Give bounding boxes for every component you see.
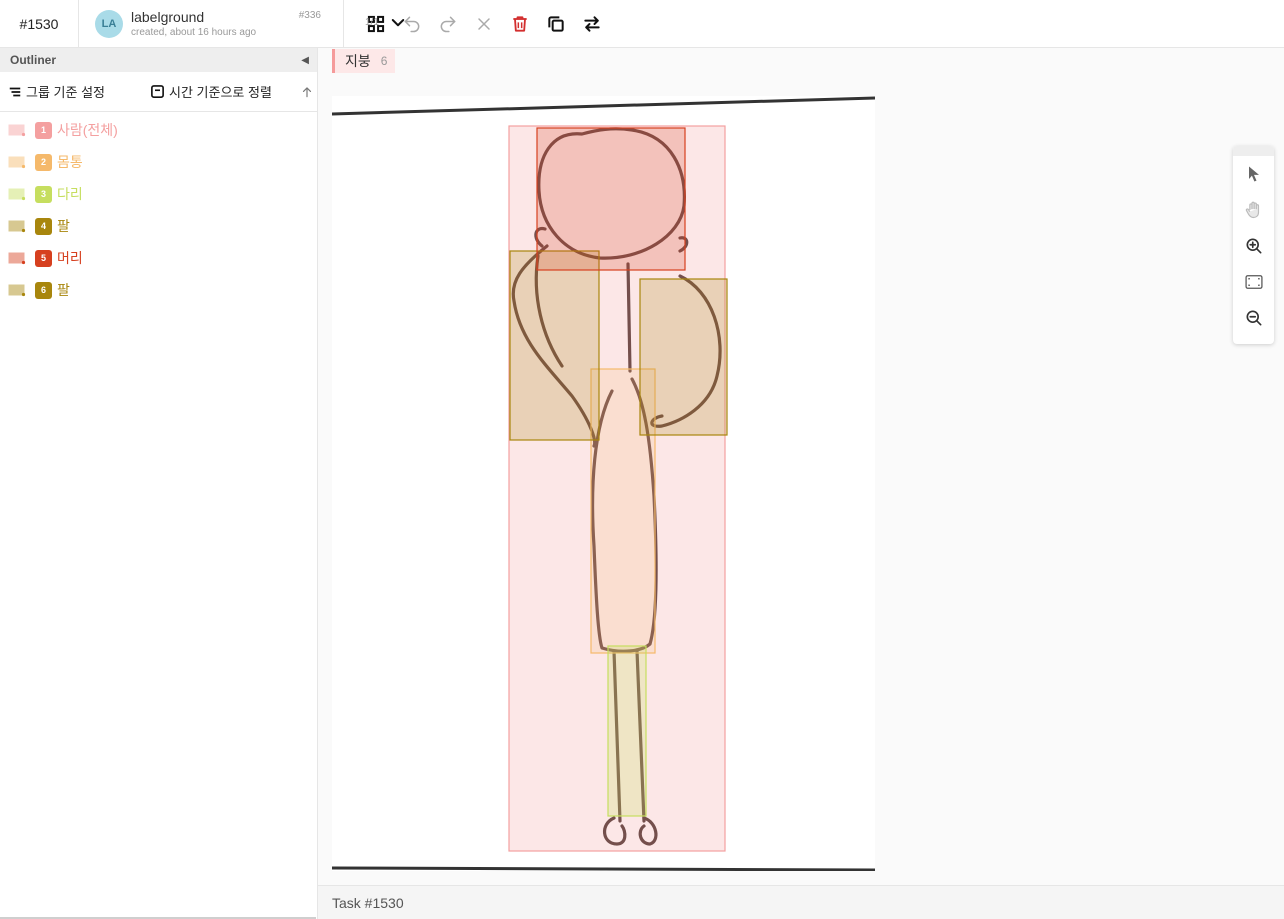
object-number-badge: 2 xyxy=(35,153,52,171)
view-toolbar-handle[interactable] xyxy=(1233,146,1274,156)
list-icon xyxy=(9,87,21,96)
main-area: 지붕 6 xyxy=(318,48,1284,885)
list-item[interactable]: 4팔 xyxy=(0,210,317,242)
sort-icon xyxy=(151,85,164,98)
redo-button[interactable] xyxy=(430,6,466,42)
bbox-icon xyxy=(8,220,26,233)
bbox-icon xyxy=(8,124,26,137)
object-label: 사람(전체) xyxy=(57,122,118,138)
bbox-5[interactable] xyxy=(536,127,686,271)
pointer-icon xyxy=(1248,166,1259,182)
bbox-4[interactable] xyxy=(509,250,600,441)
footer-task-label: Task #1530 xyxy=(332,894,404,911)
zoom-out-tool[interactable] xyxy=(1233,300,1274,336)
outliner-header: Outliner ◀ xyxy=(0,48,317,72)
chevron-down-icon[interactable] xyxy=(389,14,407,32)
group-setting-label: 그룹 기준 설정 xyxy=(26,85,105,100)
tag-chip[interactable]: 지붕 6 xyxy=(332,49,396,73)
bbox-6[interactable] xyxy=(639,278,728,436)
task-id: #1530 xyxy=(0,0,79,48)
project-count: 1/1 xyxy=(365,16,379,28)
project-name: labelground xyxy=(131,8,205,25)
bbox-icon xyxy=(8,284,26,297)
swap-icon xyxy=(584,15,600,32)
object-label: 다리 xyxy=(57,186,83,202)
list-item[interactable]: 1 사람(전체) xyxy=(0,114,317,146)
group-setting-button[interactable]: 그룹 기준 설정 xyxy=(8,82,105,101)
sort-label: 시간 기준으로 정렬 xyxy=(169,85,272,100)
object-list: 1 사람(전체) 2 몸통 3 다리 4 팔 5 머리 6 팔 xyxy=(0,112,317,306)
redo-icon xyxy=(440,16,456,32)
object-label: 팔 xyxy=(57,218,70,234)
zoom-in-tool[interactable] xyxy=(1233,228,1274,264)
object-label: 팔 xyxy=(57,282,70,298)
outliner-panel: Outliner ◀ 그룹 기준 설정 시간 기준으로 정렬 1 사람(전체) 2 몸… xyxy=(0,48,318,919)
collapse-icon[interactable]: ◀ xyxy=(301,55,309,66)
copy-icon xyxy=(548,15,564,32)
bbox-icon xyxy=(8,188,26,201)
swap-button[interactable] xyxy=(574,6,610,42)
pointer-tool[interactable] xyxy=(1233,156,1274,192)
arrow-up-icon[interactable] xyxy=(300,84,314,100)
project-selector[interactable]: LA labelground created, about 16 hours a… xyxy=(79,0,405,48)
object-number-badge: 1 xyxy=(35,121,52,139)
project-number: #336 xyxy=(298,9,321,21)
trash-icon xyxy=(513,15,527,32)
zoom-in-icon xyxy=(1246,238,1261,254)
fit-screen-icon xyxy=(1244,275,1263,289)
outliner-toolbar: 그룹 기준 설정 시간 기준으로 정렬 xyxy=(0,72,317,112)
bbox-icon xyxy=(8,156,26,169)
zoom-out-icon xyxy=(1246,310,1261,326)
delete-button[interactable] xyxy=(502,6,538,42)
bbox-layer xyxy=(508,125,728,852)
list-item[interactable]: 5 머리 xyxy=(0,242,317,274)
list-item[interactable]: 2 몸통 xyxy=(0,146,317,178)
status-footer: Task #1530 xyxy=(318,885,1284,919)
object-number-badge: 6 xyxy=(35,281,52,299)
image-layer xyxy=(332,96,875,871)
bbox-icon xyxy=(8,252,26,265)
object-label: 머리 xyxy=(57,250,83,266)
top-bar: #1530 LA labelground created, about 16 h… xyxy=(0,0,1284,48)
clear-button[interactable] xyxy=(466,6,502,42)
copy-button[interactable] xyxy=(538,6,574,42)
fit-screen-tool[interactable] xyxy=(1233,264,1274,300)
avatar: LA xyxy=(95,9,123,38)
hand-icon xyxy=(1245,201,1259,219)
object-label: 몸통 xyxy=(57,154,83,170)
sort-button[interactable]: 시간 기준으로 정렬 xyxy=(150,82,272,101)
object-number-badge: 3 xyxy=(35,185,52,203)
annotation-canvas[interactable] xyxy=(332,96,875,871)
close-icon xyxy=(478,17,490,30)
list-item[interactable]: 6팔 xyxy=(0,274,317,306)
view-toolbar xyxy=(1233,146,1274,344)
project-subtitle: created, about 16 hours ago xyxy=(131,26,257,38)
bbox-3[interactable] xyxy=(607,645,647,817)
object-number-badge: 4 xyxy=(35,217,52,235)
object-number-badge: 5 xyxy=(35,249,52,267)
tag-count: 6 xyxy=(380,54,388,68)
outliner-title: Outliner xyxy=(10,53,57,67)
list-item[interactable]: 3 다리 xyxy=(0,178,317,210)
tag-label: 지붕 xyxy=(345,53,371,69)
hand-tool[interactable] xyxy=(1233,192,1274,228)
